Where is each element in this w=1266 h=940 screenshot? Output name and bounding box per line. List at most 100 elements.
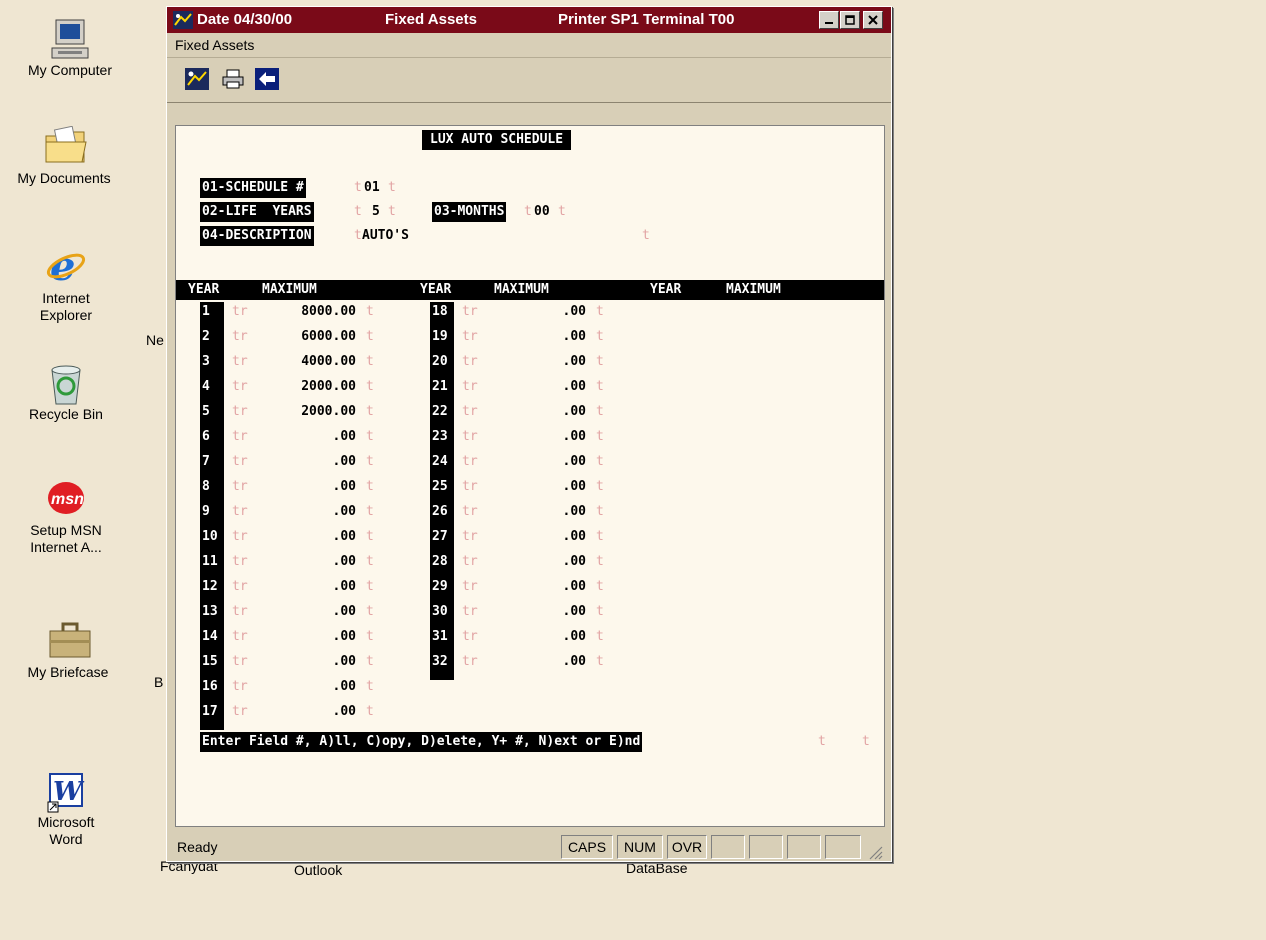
- field-marker: t: [558, 204, 566, 219]
- field-marker: t: [366, 679, 374, 694]
- run-icon[interactable]: [185, 68, 209, 90]
- computer-icon: [50, 18, 90, 59]
- schedule-year: 1: [202, 302, 210, 322]
- schedule-maximum[interactable]: 4000.00: [266, 352, 356, 372]
- schedule-maximum[interactable]: .00: [496, 427, 586, 447]
- desktop-icon-my-briefcase[interactable]: My Briefcase: [0, 620, 138, 681]
- msn-icon: msn: [46, 478, 86, 518]
- schedule-maximum[interactable]: .00: [496, 552, 586, 572]
- partial-label: B: [154, 674, 164, 690]
- title-app: Fixed Assets: [385, 11, 477, 28]
- schedule-maximum[interactable]: .00: [266, 602, 356, 622]
- printer-icon[interactable]: [221, 68, 245, 90]
- header-max-1: MAXIMUM: [262, 280, 317, 300]
- schedule-maximum[interactable]: .00: [496, 577, 586, 597]
- schedule-maximum[interactable]: .00: [266, 652, 356, 672]
- schedule-maximum[interactable]: .00: [496, 527, 586, 547]
- schedule-maximum[interactable]: 2000.00: [266, 377, 356, 397]
- field-marker: t: [366, 354, 374, 369]
- schedule-maximum[interactable]: .00: [496, 302, 586, 322]
- maximize-button[interactable]: [840, 11, 860, 29]
- schedule-maximum[interactable]: .00: [496, 652, 586, 672]
- schedule-maximum[interactable]: .00: [496, 377, 586, 397]
- schedule-maximum[interactable]: 6000.00: [266, 327, 356, 347]
- field-marker: tr: [232, 354, 248, 369]
- field-marker: t: [366, 604, 374, 619]
- desktop-icon-internet-explorer[interactable]: e Internet Explorer: [0, 243, 136, 324]
- schedule-maximum[interactable]: .00: [266, 677, 356, 697]
- caps-indicator: CAPS: [561, 835, 613, 859]
- desktop-icon-my-documents[interactable]: My Documents: [0, 125, 134, 187]
- desktop-icon-my-computer[interactable]: My Computer: [0, 18, 140, 79]
- schedule-year: 15: [202, 652, 218, 672]
- desktop-icon-recycle-bin[interactable]: Recycle Bin: [0, 362, 136, 423]
- header-year-3: YEAR: [650, 280, 682, 300]
- schedule-maximum[interactable]: .00: [496, 502, 586, 522]
- schedule-maximum[interactable]: .00: [266, 577, 356, 597]
- schedule-maximum[interactable]: .00: [266, 552, 356, 572]
- schedule-maximum[interactable]: .00: [496, 477, 586, 497]
- schedule-year: 30: [432, 602, 448, 622]
- close-icon: [868, 15, 878, 25]
- schedule-year: 23: [432, 427, 448, 447]
- schedule-maximum[interactable]: .00: [496, 452, 586, 472]
- schedule-maximum[interactable]: .00: [266, 452, 356, 472]
- schedule-maximum[interactable]: .00: [496, 352, 586, 372]
- field-marker: tr: [462, 404, 478, 419]
- desktop-icon-label: My Documents: [17, 170, 111, 186]
- field-marker: tr: [462, 454, 478, 469]
- schedule-maximum[interactable]: .00: [266, 702, 356, 722]
- desktop-icon-microsoft-word[interactable]: W Microsoft Word: [0, 770, 136, 848]
- field-marker: tr: [462, 579, 478, 594]
- field-marker: tr: [232, 304, 248, 319]
- schedule-year: 28: [432, 552, 448, 572]
- months-value[interactable]: 00: [534, 202, 550, 222]
- schedule-maximum[interactable]: .00: [266, 627, 356, 647]
- field-marker: t: [366, 704, 374, 719]
- schedule-year: 25: [432, 477, 448, 497]
- back-arrow-icon[interactable]: [255, 68, 279, 90]
- field-marker: tr: [232, 404, 248, 419]
- field-marker: tr: [232, 654, 248, 669]
- field-marker: t: [366, 529, 374, 544]
- field-marker: t: [818, 734, 826, 749]
- field-marker: t: [366, 654, 374, 669]
- field-marker: tr: [462, 529, 478, 544]
- ovr-indicator: OVR: [667, 835, 707, 859]
- schedule-value[interactable]: 01: [364, 178, 380, 198]
- minimize-button[interactable]: [819, 11, 839, 29]
- field-marker: tr: [232, 629, 248, 644]
- schedule-maximum[interactable]: .00: [266, 502, 356, 522]
- field-marker: t: [366, 629, 374, 644]
- header-max-3: MAXIMUM: [726, 280, 781, 300]
- word-icon: W: [46, 770, 86, 813]
- num-indicator: NUM: [617, 835, 663, 859]
- desktop-icon-setup-msn[interactable]: msn Setup MSN Internet A...: [0, 478, 136, 556]
- close-button[interactable]: [863, 11, 883, 29]
- field-marker: tr: [232, 454, 248, 469]
- schedule-maximum[interactable]: 8000.00: [266, 302, 356, 322]
- partial-label: DataBase: [626, 860, 688, 876]
- description-value[interactable]: AUTO'S: [362, 226, 409, 246]
- schedule-maximum[interactable]: .00: [496, 327, 586, 347]
- status-bar: Ready CAPS NUM OVR: [167, 833, 891, 861]
- schedule-maximum[interactable]: .00: [496, 627, 586, 647]
- menu-fixed-assets[interactable]: Fixed Assets: [175, 37, 254, 53]
- terminal-screen[interactable]: LUX AUTO SCHEDULE 01-SCHEDULE # t 01 t 0…: [175, 125, 885, 827]
- schedule-maximum[interactable]: .00: [496, 602, 586, 622]
- command-prompt: Enter Field #, A)ll, C)opy, D)elete, Y+ …: [200, 732, 643, 752]
- schedule-maximum[interactable]: .00: [496, 402, 586, 422]
- life-years-value[interactable]: 5: [372, 202, 380, 222]
- field-marker: t: [366, 479, 374, 494]
- app-icon: [173, 11, 193, 29]
- header-max-2: MAXIMUM: [494, 280, 549, 300]
- schedule-maximum[interactable]: .00: [266, 527, 356, 547]
- schedule-maximum[interactable]: .00: [266, 477, 356, 497]
- field-marker: t: [366, 554, 374, 569]
- schedule-maximum[interactable]: .00: [266, 427, 356, 447]
- svg-text:msn: msn: [51, 491, 84, 508]
- title-bar[interactable]: Date 04/30/00 Fixed Assets Printer SP1 T…: [167, 7, 891, 33]
- field-marker: tr: [232, 329, 248, 344]
- resize-grip-icon[interactable]: [867, 841, 883, 869]
- schedule-maximum[interactable]: 2000.00: [266, 402, 356, 422]
